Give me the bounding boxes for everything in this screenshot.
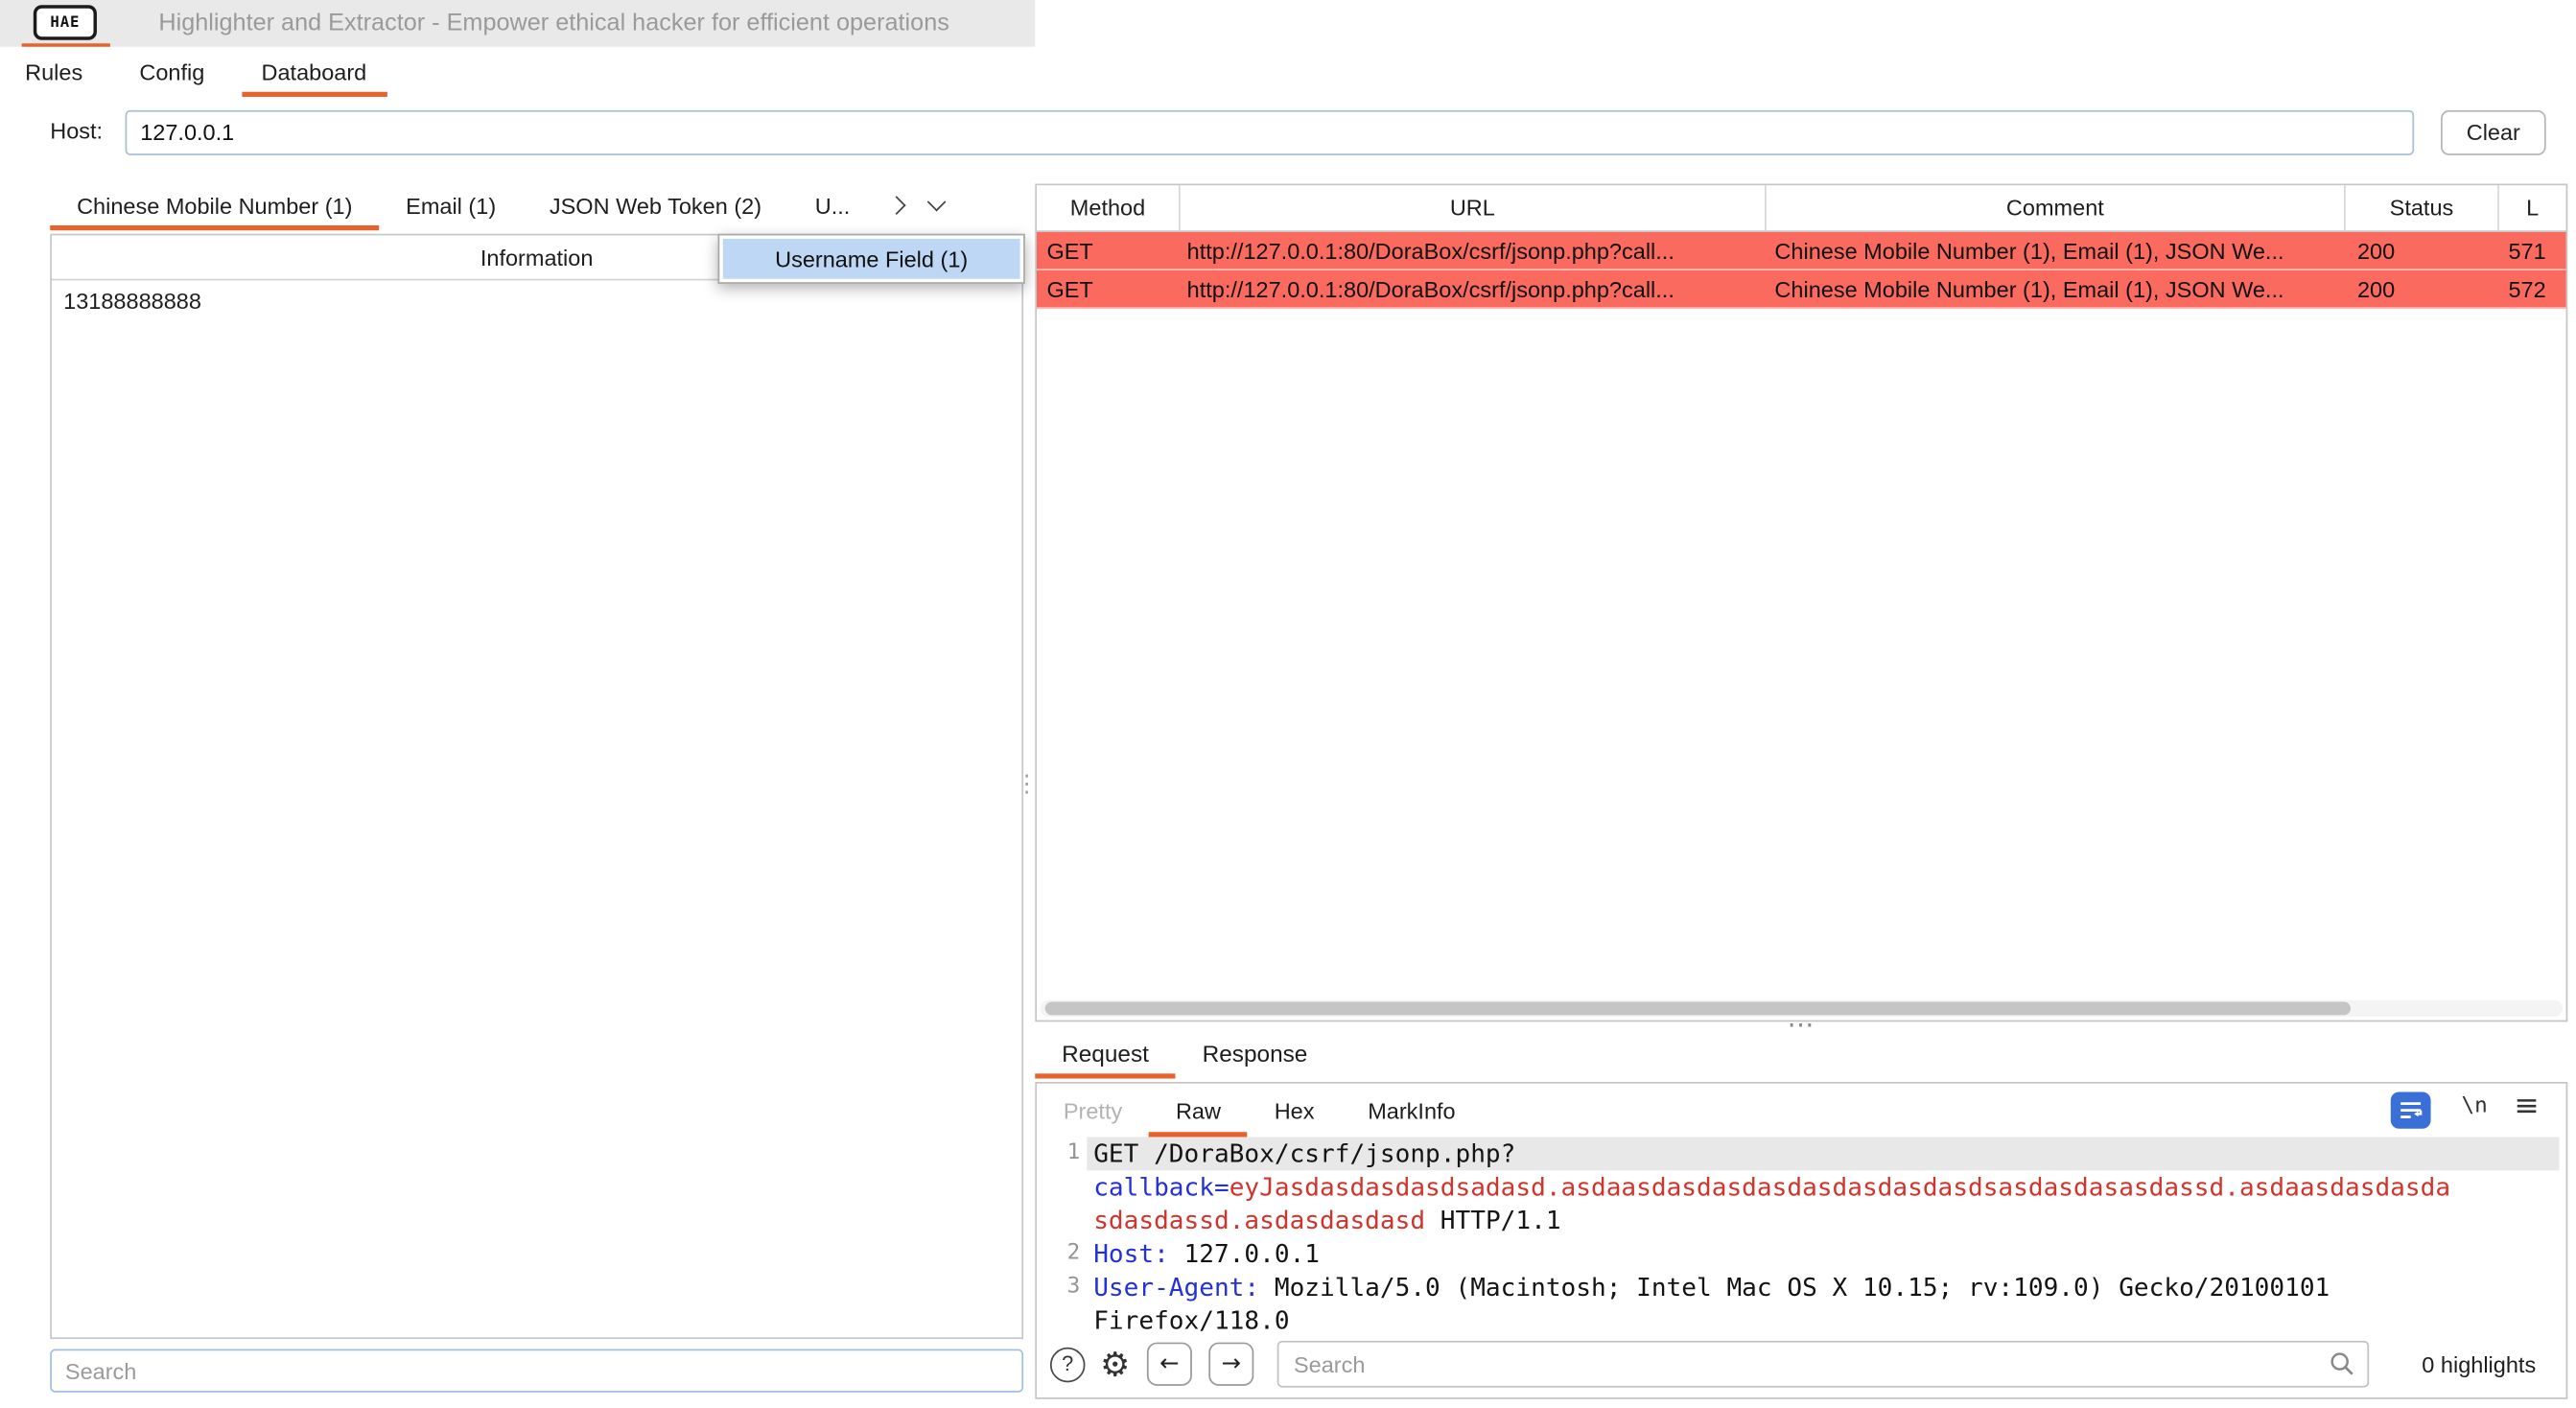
editor-search	[1277, 1341, 2369, 1388]
tab-username-field-truncated[interactable]: U...	[788, 180, 877, 230]
code-line: 3 User-Agent: Mozilla/5.0 (Macintosh; Int…	[1043, 1271, 2566, 1338]
horizontal-scrollbar-thumb[interactable]	[1045, 1001, 2351, 1015]
code-param-value: eyJasdasdasdasdsadasd.asdaasdasdasdasdas…	[1093, 1172, 2450, 1235]
search-icon	[2329, 1350, 2355, 1377]
search-previous-button[interactable]: ←	[1147, 1343, 1192, 1386]
tab-chinese-mobile-number[interactable]: Chinese Mobile Number (1)	[50, 180, 379, 230]
cell-comment: Chinese Mobile Number (1), Email (1), JS…	[1767, 232, 2346, 269]
line-number: 1	[1043, 1137, 1080, 1170]
editor-view-tabs: Pretty Raw Hex MarkInfo	[1037, 1084, 1482, 1138]
information-row[interactable]: 13188888888	[52, 280, 1021, 322]
horizontal-splitter-handle[interactable]: ⋯	[1035, 1019, 2567, 1034]
tabs-overflow-dropdown: Username Field (1)	[718, 234, 1025, 284]
tab-pretty[interactable]: Pretty	[1037, 1084, 1149, 1138]
column-header-url[interactable]: URL	[1181, 185, 1767, 230]
header-name: Host:	[1093, 1239, 1169, 1269]
help-button[interactable]: ?	[1050, 1347, 1086, 1382]
requests-table-header: Method URL Comment Status L	[1037, 185, 2566, 232]
code-param-name: callback=	[1093, 1172, 1229, 1202]
tab-markinfo[interactable]: MarkInfo	[1341, 1084, 1482, 1138]
requests-table: Method URL Comment Status L GET http://1…	[1035, 183, 2567, 1021]
host-input[interactable]	[126, 110, 2415, 155]
settings-gear-icon[interactable]: ⚙	[1100, 1348, 1130, 1381]
hae-logo-text: HAE	[50, 14, 80, 31]
dropdown-item-username-field[interactable]: Username Field (1)	[723, 239, 1020, 279]
line-number: 2	[1043, 1237, 1080, 1271]
message-tabs: Request Response	[1035, 1028, 1334, 1078]
chevron-right-icon	[887, 196, 906, 215]
tab-raw[interactable]: Raw	[1149, 1084, 1248, 1138]
raw-request-editor[interactable]: 1 GET /DoraBox/csrf/jsonp.php? callback=ey…	[1037, 1137, 2566, 1340]
host-label: Host:	[50, 97, 103, 164]
tabs-scroll-right-button[interactable]	[877, 180, 917, 230]
vertical-splitter-handle[interactable]: ⋮	[1015, 771, 1035, 794]
request-row[interactable]: GET http://127.0.0.1:80/DoraBox/csrf/jso…	[1037, 232, 2566, 270]
cell-url: http://127.0.0.1:80/DoraBox/csrf/jsonp.p…	[1181, 270, 1767, 307]
hae-logo[interactable]: HAE	[34, 5, 97, 40]
information-table: Information 13188888888	[50, 234, 1023, 1339]
wrap-lines-icon	[2399, 1100, 2422, 1120]
cell-method: GET	[1037, 232, 1181, 269]
editor-footer-bar: ? ⚙ ← → 0 highlights	[1037, 1334, 2566, 1395]
cell-length: 572	[2499, 270, 2566, 307]
information-search-input[interactable]	[50, 1349, 1023, 1393]
cell-comment: Chinese Mobile Number (1), Email (1), JS…	[1767, 270, 2346, 307]
tabs-overflow-menu-button[interactable]	[917, 180, 957, 230]
cell-status: 200	[2346, 270, 2499, 307]
code-line: 1 GET /DoraBox/csrf/jsonp.php? callback=ey…	[1043, 1137, 2566, 1236]
cell-status: 200	[2346, 232, 2499, 269]
tab-databoard[interactable]: Databoard	[242, 47, 387, 97]
editor-search-input[interactable]	[1277, 1341, 2369, 1388]
tab-hex[interactable]: Hex	[1248, 1084, 1342, 1138]
column-header-comment[interactable]: Comment	[1767, 185, 2346, 230]
cell-method: GET	[1037, 270, 1181, 307]
tab-config[interactable]: Config	[119, 47, 224, 97]
code-line: 2 Host: 127.0.0.1	[1043, 1237, 2566, 1271]
message-editor: Pretty Raw Hex MarkInfo \n ≡ 1 GET /DoraB…	[1035, 1082, 2567, 1399]
header-value: Mozilla/5.0 (Macintosh; Intel Mac OS X 1…	[1093, 1272, 2345, 1335]
search-next-button[interactable]: →	[1208, 1343, 1253, 1386]
line-number: 3	[1043, 1271, 1080, 1304]
header-name: User-Agent:	[1093, 1272, 1259, 1302]
tab-json-web-token[interactable]: JSON Web Token (2)	[523, 180, 788, 230]
tab-rules[interactable]: Rules	[5, 47, 103, 97]
code-text: HTTP/1.1	[1425, 1206, 1560, 1235]
tab-response[interactable]: Response	[1176, 1028, 1334, 1078]
column-header-method[interactable]: Method	[1037, 185, 1181, 230]
show-newlines-button[interactable]: \n	[2461, 1093, 2487, 1118]
chevron-down-icon	[927, 193, 947, 212]
column-header-length[interactable]: L	[2499, 185, 2566, 230]
cell-url: http://127.0.0.1:80/DoraBox/csrf/jsonp.p…	[1181, 232, 1767, 269]
hae-extension-window: HAE Highlighter and Extractor - Empower …	[0, 0, 2576, 1407]
data-type-tabs: Chinese Mobile Number (1) Email (1) JSON…	[50, 180, 957, 230]
wrap-lines-button[interactable]	[2391, 1091, 2431, 1128]
app-title: Highlighter and Extractor - Empower ethi…	[158, 0, 948, 47]
highlights-count: 0 highlights	[2422, 1351, 2536, 1376]
header-value: 127.0.0.1	[1169, 1239, 1320, 1269]
clear-button[interactable]: Clear	[2441, 110, 2546, 155]
tab-request[interactable]: Request	[1035, 1028, 1175, 1078]
code-text: GET /DoraBox/csrf/jsonp.php?	[1093, 1138, 1515, 1168]
editor-menu-icon[interactable]: ≡	[2514, 1089, 2539, 1124]
main-nav-tabs: Rules Config Databoard	[5, 47, 403, 97]
request-row[interactable]: GET http://127.0.0.1:80/DoraBox/csrf/jso…	[1037, 270, 2566, 309]
tab-email[interactable]: Email (1)	[379, 180, 523, 230]
column-header-status[interactable]: Status	[2346, 185, 2499, 230]
cell-length: 571	[2499, 232, 2566, 269]
